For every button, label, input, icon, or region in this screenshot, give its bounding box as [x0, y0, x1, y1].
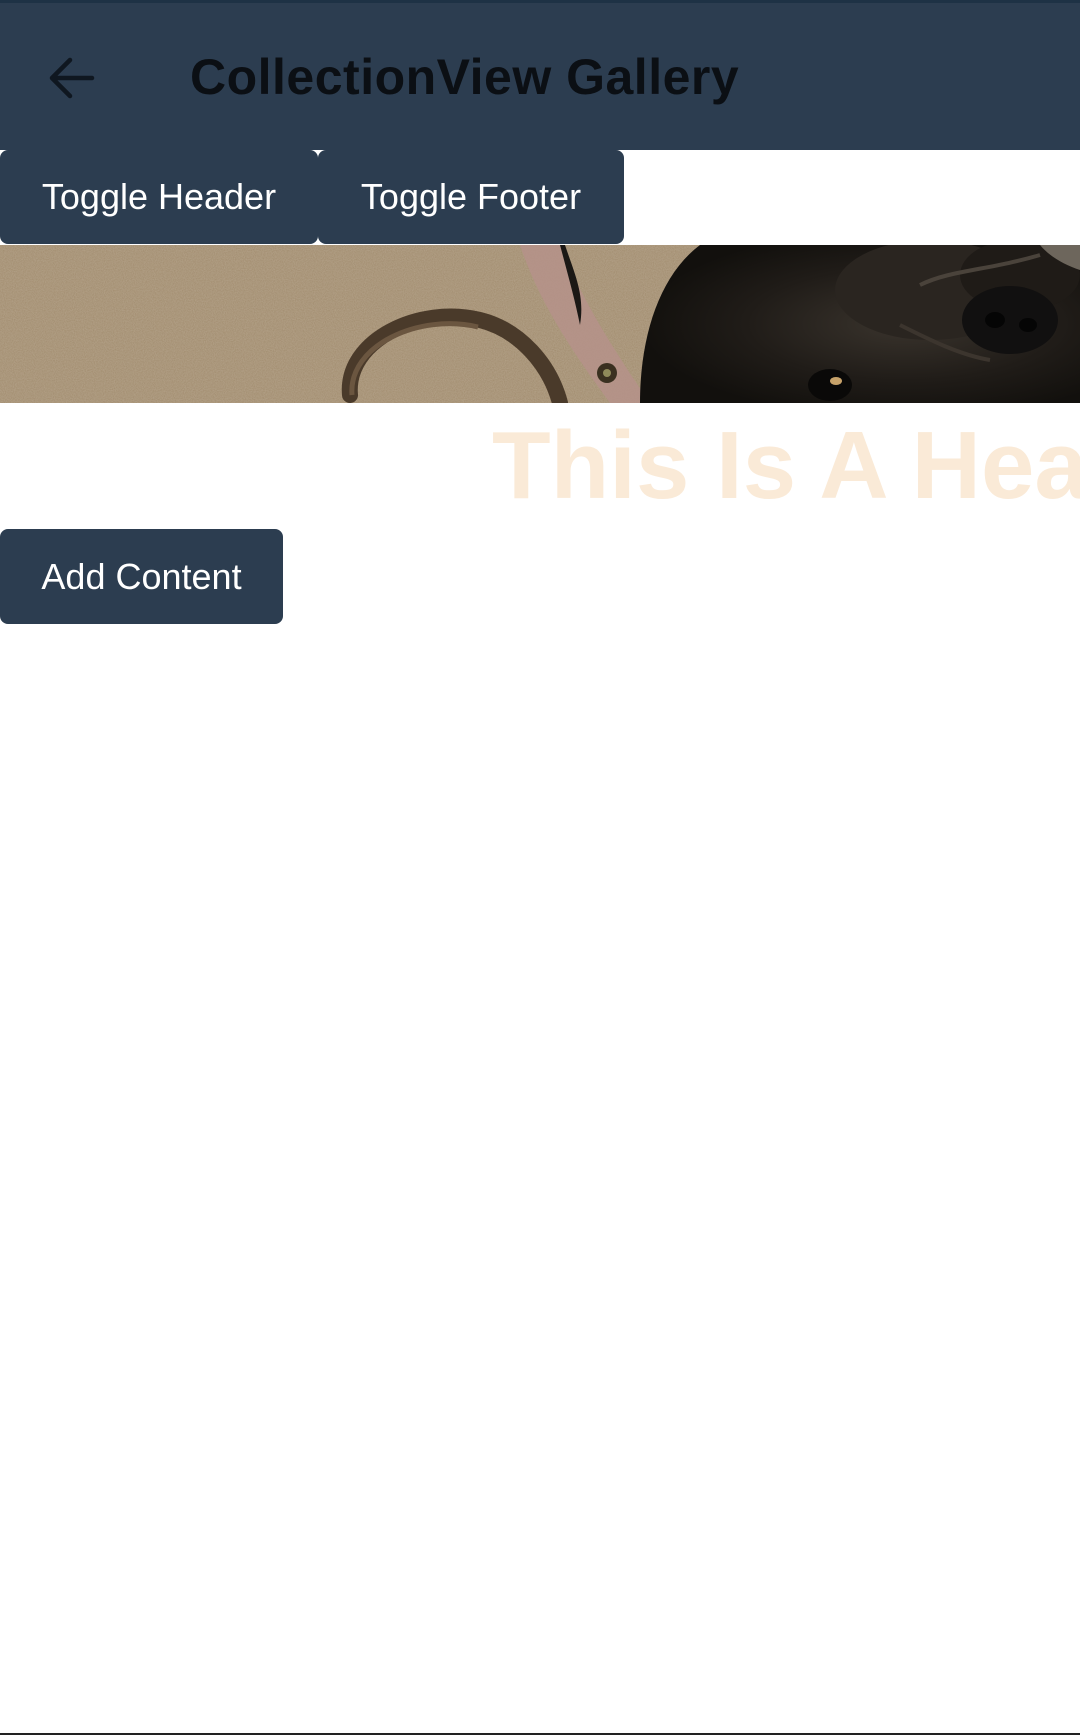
toggle-header-button[interactable]: Toggle Header: [0, 150, 318, 244]
app-screen: CollectionView Gallery Toggle Header Tog…: [0, 0, 1080, 1735]
toggle-footer-button[interactable]: Toggle Footer: [318, 150, 624, 244]
back-button[interactable]: [36, 45, 106, 115]
collection-header-label: This Is A Header: [492, 412, 1080, 519]
header-image: [0, 245, 1080, 403]
page-title: CollectionView Gallery: [190, 49, 740, 105]
add-content-button[interactable]: Add Content: [0, 529, 283, 624]
toolbar: CollectionView Gallery: [0, 3, 1080, 150]
arrow-left-icon: [46, 56, 96, 105]
